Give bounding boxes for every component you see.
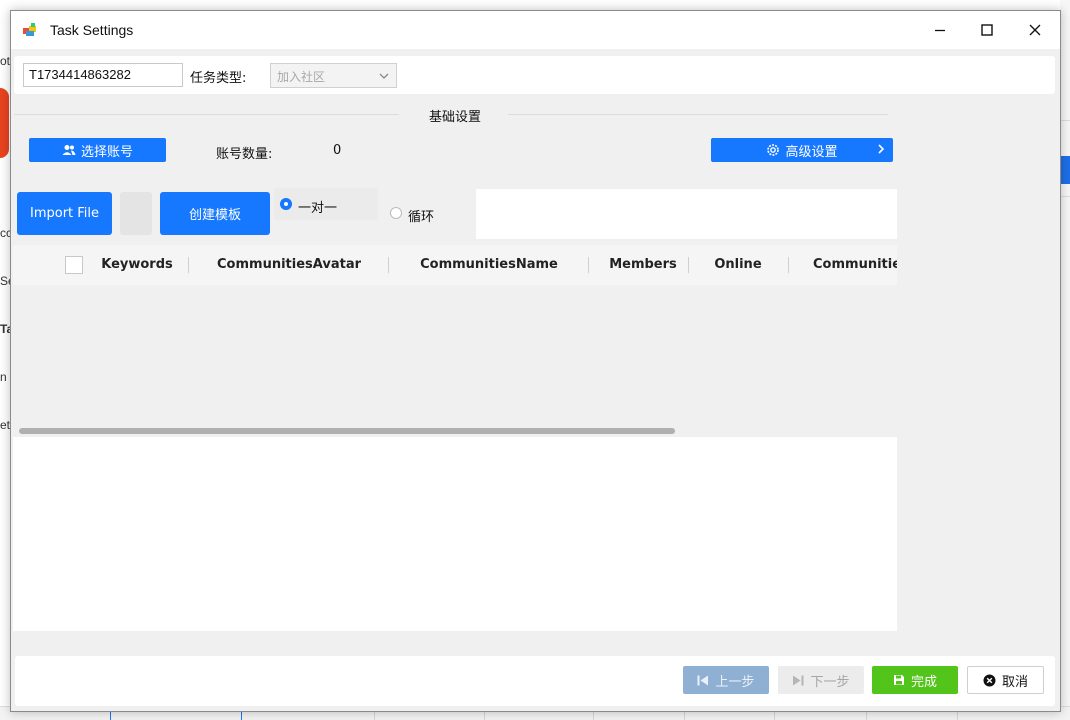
title-bar: Task Settings	[11, 11, 1060, 49]
background-text-fragment: ot	[0, 54, 11, 68]
task-type-value: 加入社区	[277, 70, 326, 84]
horizontal-scrollbar[interactable]	[13, 425, 897, 437]
chevron-down-icon	[379, 73, 389, 79]
options-panel	[476, 189, 897, 239]
next-step-label: 下一步	[810, 674, 850, 690]
create-template-button[interactable]: 创建模板	[160, 192, 270, 235]
background-right-panel	[1060, 0, 1070, 720]
account-count-value: 0	[333, 143, 342, 158]
task-header-bar: T1734414863282 任务类型: 加入社区	[14, 56, 1055, 94]
skip-forward-icon	[793, 675, 804, 685]
advanced-settings-label: 高级设置	[785, 144, 838, 160]
save-icon	[893, 675, 904, 685]
previous-step-label: 上一步	[715, 674, 755, 690]
radio-loop-label: 循环	[408, 210, 435, 225]
import-file-label: Import File	[29, 206, 100, 221]
grid-header: Keywords CommunitiesAvatar CommunitiesNa…	[13, 245, 897, 285]
radio-one-to-one-label: 一对一	[298, 201, 338, 216]
users-icon	[62, 145, 76, 155]
maximize-button[interactable]	[964, 11, 1010, 49]
background-logo-fragment	[0, 88, 9, 158]
import-file-button[interactable]: Import File	[17, 192, 112, 235]
column-header[interactable]: Members	[597, 245, 689, 285]
background-text-fragment: n	[0, 370, 7, 384]
chevron-right-icon	[878, 144, 885, 154]
column-header[interactable]: CommunitiesAvatar	[199, 245, 379, 285]
task-type-label: 任务类型:	[190, 71, 247, 86]
section-divider	[508, 114, 888, 115]
data-grid: Keywords CommunitiesAvatar CommunitiesNa…	[13, 245, 897, 437]
background-text-fragment: et	[0, 418, 11, 432]
minimize-icon	[935, 29, 945, 32]
skip-back-icon	[697, 675, 709, 685]
close-circle-icon	[983, 674, 996, 686]
empty-content-area	[13, 437, 897, 631]
column-header[interactable]: CommunitiesName	[399, 245, 579, 285]
select-all-checkbox[interactable]	[65, 256, 83, 274]
window-title: Task Settings	[50, 22, 134, 38]
close-button[interactable]	[1012, 11, 1058, 49]
app-icon	[23, 23, 36, 36]
section-divider	[14, 114, 399, 115]
advanced-settings-button[interactable]: 高级设置	[711, 138, 893, 162]
next-step-button[interactable]: 下一步	[778, 666, 864, 694]
account-count-label: 账号数量:	[216, 147, 273, 162]
radio-one-to-one[interactable]	[280, 198, 292, 210]
footer-bar: 上一步 下一步 完成 取消	[15, 656, 1055, 706]
finish-button[interactable]: 完成	[872, 666, 958, 694]
gear-icon	[767, 144, 780, 156]
section-title-basic: 基础设置	[429, 110, 482, 125]
close-icon	[1029, 24, 1041, 36]
task-type-select[interactable]: 加入社区	[270, 63, 397, 88]
blank-button[interactable]	[120, 192, 152, 235]
task-settings-window: Task Settings T1734414863282 任务类型: 加入社区 …	[10, 10, 1061, 712]
finish-label: 完成	[910, 674, 937, 690]
column-header[interactable]: Communities	[813, 245, 897, 285]
scrollbar-thumb[interactable]	[19, 428, 675, 434]
cancel-button[interactable]: 取消	[967, 666, 1044, 694]
create-template-label: 创建模板	[188, 208, 241, 223]
cancel-label: 取消	[1001, 674, 1028, 690]
task-id-input[interactable]: T1734414863282	[23, 63, 183, 87]
maximize-icon	[981, 24, 993, 36]
minimize-button[interactable]	[917, 11, 963, 49]
column-header[interactable]: Online	[693, 245, 783, 285]
previous-step-button[interactable]: 上一步	[683, 666, 769, 694]
select-account-button[interactable]: 选择账号	[29, 138, 166, 162]
select-account-label: 选择账号	[80, 144, 133, 160]
column-header[interactable]: Keywords	[93, 245, 181, 285]
background-blue-bar	[1060, 156, 1070, 184]
radio-loop[interactable]	[390, 207, 402, 219]
